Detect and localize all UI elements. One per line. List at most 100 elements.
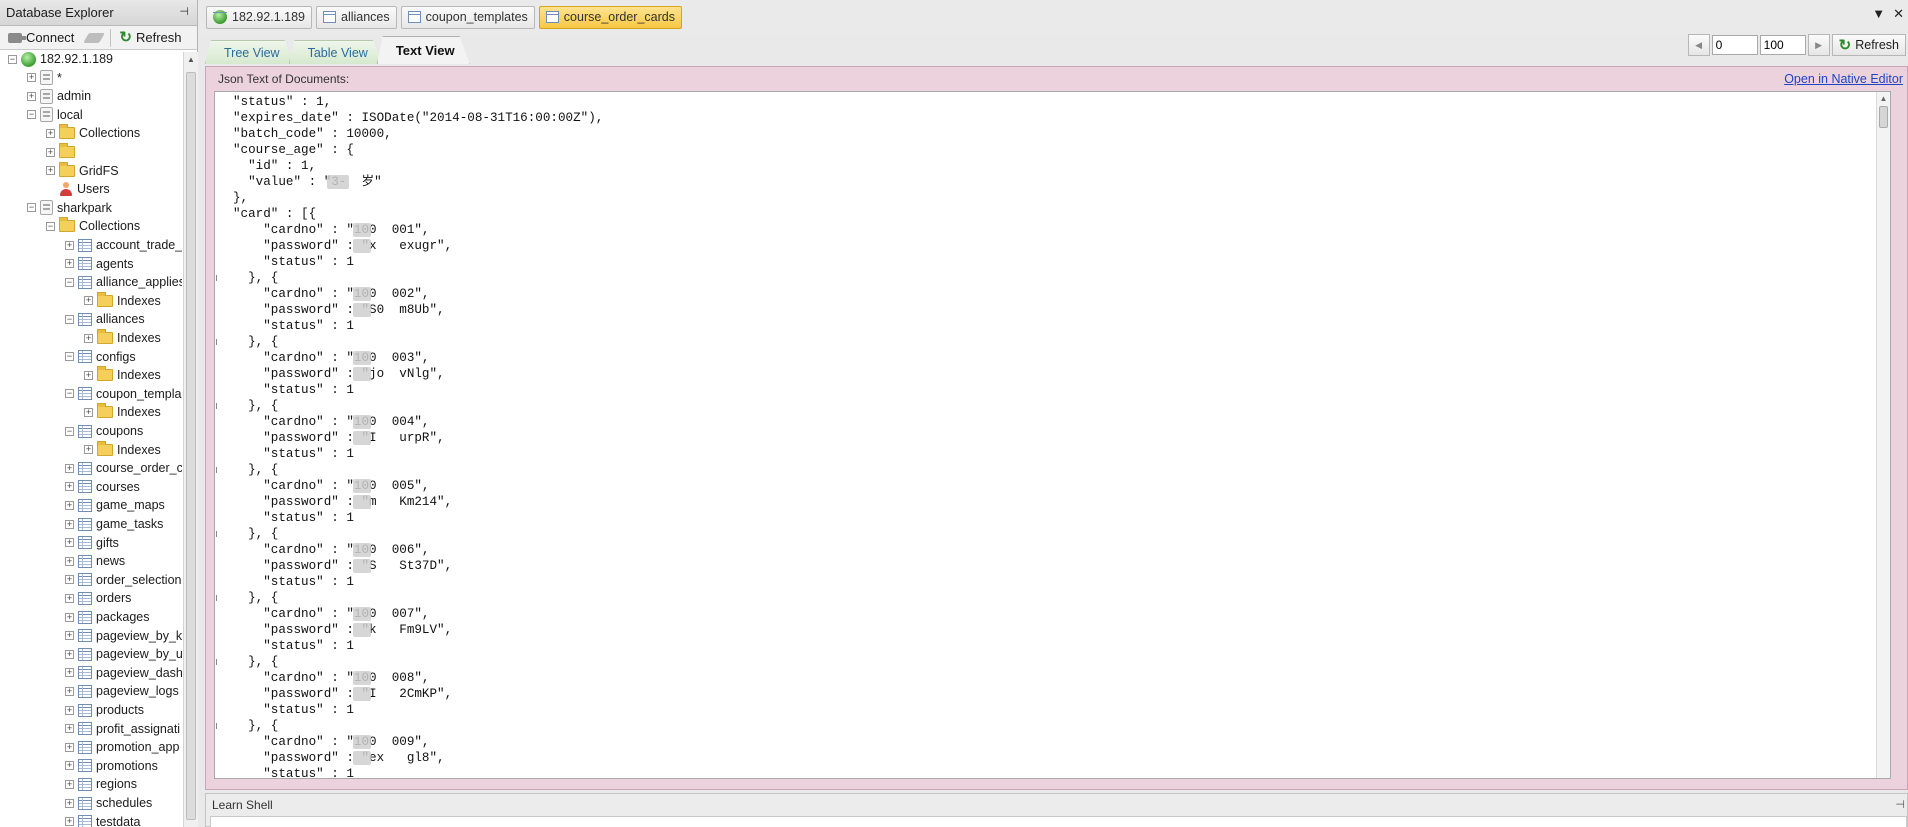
tree-node[interactable]: + admin <box>27 87 91 105</box>
expand-icon[interactable]: + <box>84 370 93 380</box>
tree-node[interactable]: − local <box>27 106 83 124</box>
pin-icon[interactable]: ⊣ <box>179 5 189 18</box>
tree-node[interactable]: + pageview_dash <box>65 664 182 682</box>
expand-icon[interactable]: + <box>84 296 93 306</box>
expand-icon[interactable]: + <box>65 798 74 808</box>
tree-node[interactable]: + Indexes <box>84 440 161 459</box>
tree-node[interactable]: + Indexes <box>84 291 161 310</box>
tree-node[interactable]: + game_maps <box>65 496 165 514</box>
tree-node[interactable]: + <box>46 143 79 161</box>
tree-scrollbar[interactable]: ▲ <box>183 52 198 827</box>
tree-node[interactable]: + regions <box>65 775 137 793</box>
expand-icon[interactable]: + <box>27 73 36 83</box>
expand-icon[interactable]: + <box>65 705 74 715</box>
results-refresh-button[interactable]: ↻ Refresh <box>1831 34 1906 56</box>
collapse-icon[interactable]: − <box>8 54 17 64</box>
skip-input[interactable] <box>1711 35 1758 55</box>
scroll-up-arrow-icon[interactable]: ▲ <box>1877 92 1890 106</box>
expand-icon[interactable]: + <box>65 259 74 269</box>
json-text-content[interactable]: "status" : 1, "expires_date" : ISODate("2… <box>215 92 1890 778</box>
tree-node[interactable]: + news <box>65 552 125 570</box>
connect-button[interactable]: Connect <box>4 28 78 48</box>
tree-node[interactable]: + courses <box>65 478 140 496</box>
tree-node[interactable]: + pageview_by_k <box>65 627 182 645</box>
tree-node[interactable]: + packages <box>65 608 150 626</box>
next-page-button[interactable]: ▶ <box>1807 34 1830 56</box>
collapse-icon[interactable]: − <box>27 110 36 120</box>
tree-node[interactable]: − alliance_applies <box>65 273 182 291</box>
shell-input-area[interactable] <box>210 816 1907 827</box>
collapse-icon[interactable]: − <box>65 426 74 436</box>
expand-icon[interactable]: + <box>65 463 74 473</box>
tree-node[interactable]: + pageview_by_u <box>65 645 182 663</box>
explorer-refresh-button[interactable]: ↻ Refresh <box>115 28 185 48</box>
collapse-icon[interactable]: − <box>46 221 55 231</box>
tree-node[interactable]: + course_order_c <box>65 459 182 477</box>
tab-list-dropdown-icon[interactable]: ▼ <box>1872 6 1885 22</box>
expand-icon[interactable]: + <box>46 147 55 157</box>
tree-node[interactable]: + game_tasks <box>65 515 163 533</box>
close-icon[interactable]: ✕ <box>1893 6 1904 22</box>
expand-icon[interactable]: + <box>65 817 74 827</box>
expand-icon[interactable]: + <box>65 761 74 771</box>
tree-node[interactable]: + schedules <box>65 794 152 812</box>
expand-icon[interactable]: + <box>65 631 74 641</box>
tree-node[interactable]: + Collections <box>46 124 140 142</box>
view-tab[interactable]: Text View <box>377 36 470 64</box>
tree-node[interactable]: − coupon_templa <box>65 385 181 403</box>
expand-icon[interactable]: + <box>65 500 74 510</box>
expand-icon[interactable]: + <box>65 779 74 789</box>
expand-icon[interactable]: + <box>65 668 74 678</box>
open-native-editor-link[interactable]: Open in Native Editor <box>1784 72 1903 86</box>
expand-icon[interactable]: + <box>27 91 36 101</box>
pin-icon[interactable]: ⊣ <box>1895 798 1905 811</box>
tree-node[interactable]: + orders <box>65 589 131 607</box>
view-tab[interactable]: Table View <box>289 40 383 64</box>
collapse-icon[interactable]: − <box>27 203 36 213</box>
tree-node[interactable]: + Indexes <box>84 403 161 421</box>
tree-node[interactable]: + pageview_logs <box>65 682 179 700</box>
expand-icon[interactable]: + <box>46 166 55 176</box>
document-tab[interactable]: course_order_cards <box>538 5 682 29</box>
document-tab[interactable]: alliances <box>316 5 397 29</box>
expand-icon[interactable]: + <box>46 128 55 138</box>
tree-node[interactable]: + order_selection <box>65 571 181 589</box>
expand-icon[interactable]: + <box>84 445 93 455</box>
previous-page-button[interactable]: ◀ <box>1687 34 1710 56</box>
tree-node[interactable]: + promotions <box>65 757 158 775</box>
tree-node[interactable]: − 182.92.1.189 <box>8 51 113 68</box>
scroll-up-arrow-icon[interactable]: ▲ <box>184 52 198 68</box>
collapse-icon[interactable]: − <box>65 389 74 399</box>
expand-icon[interactable]: + <box>65 519 74 529</box>
json-scrollbar[interactable]: ▲ <box>1876 92 1890 778</box>
tree-node[interactable]: Users <box>46 180 110 198</box>
tree-node[interactable]: + testdata <box>65 813 140 827</box>
expand-icon[interactable]: + <box>65 575 74 585</box>
tree-node[interactable]: + agents <box>65 255 134 273</box>
limit-input[interactable] <box>1759 35 1806 55</box>
json-scroll-thumb[interactable] <box>1879 106 1888 128</box>
expand-icon[interactable]: + <box>65 724 74 734</box>
collapse-icon[interactable]: − <box>65 352 74 362</box>
expand-icon[interactable]: + <box>65 593 74 603</box>
disconnect-button[interactable] <box>82 28 106 48</box>
view-tab[interactable]: Tree View <box>205 40 295 64</box>
tree-node[interactable]: + * <box>27 69 62 87</box>
tree-node[interactable]: + GridFS <box>46 161 119 180</box>
expand-icon[interactable]: + <box>65 742 74 752</box>
tree-node[interactable]: + Indexes <box>84 366 161 384</box>
tree-node[interactable]: − coupons <box>65 422 143 440</box>
tree-node[interactable]: − Collections <box>46 217 140 235</box>
expand-icon[interactable]: + <box>65 612 74 622</box>
expand-icon[interactable]: + <box>65 538 74 548</box>
expand-icon[interactable]: + <box>84 333 93 343</box>
tree-node[interactable]: + profit_assignati <box>65 720 180 738</box>
expand-icon[interactable]: + <box>65 556 74 566</box>
expand-icon[interactable]: + <box>65 686 74 696</box>
json-text-editor[interactable]: "status" : 1, "expires_date" : ISODate("2… <box>214 91 1891 779</box>
document-tab[interactable]: coupon_templates <box>400 5 535 29</box>
tree-scroll-thumb[interactable] <box>186 72 196 820</box>
expand-icon[interactable]: + <box>65 482 74 492</box>
tree-node[interactable]: + gifts <box>65 534 119 552</box>
collapse-icon[interactable]: − <box>65 314 74 324</box>
